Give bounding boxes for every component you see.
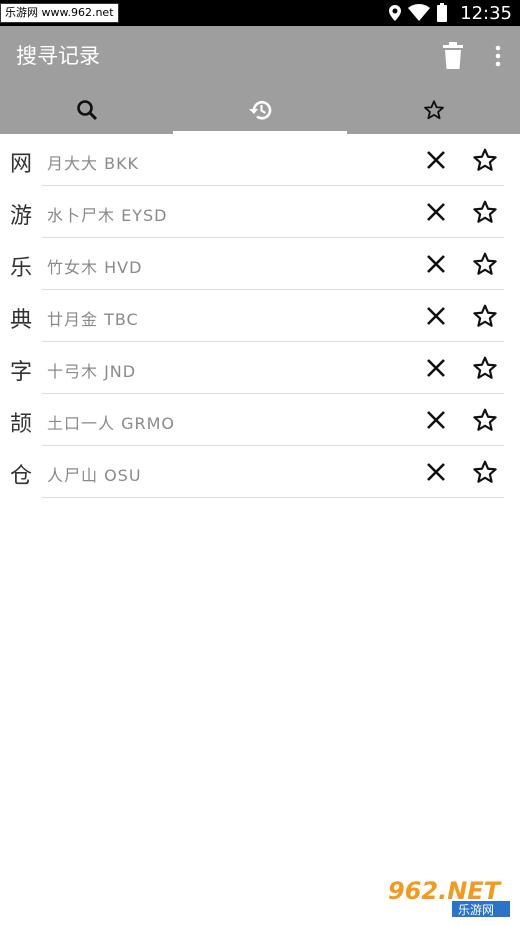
star-outline-icon[interactable]	[472, 407, 498, 433]
history-char: 乐	[10, 256, 33, 281]
list-item[interactable]: 游 水卜尸木 EYSD	[0, 186, 520, 238]
star-outline-icon[interactable]	[472, 199, 498, 225]
battery-icon	[437, 3, 448, 22]
divider	[42, 497, 504, 498]
list-item[interactable]: 典 廿月金 TBC	[0, 290, 520, 342]
star-outline-icon	[423, 100, 444, 120]
history-code: 人尸山 OSU	[47, 466, 142, 485]
star-outline-icon[interactable]	[472, 303, 498, 329]
status-time: 12:35	[460, 2, 512, 24]
history-char: 网	[10, 152, 33, 177]
close-icon[interactable]	[424, 148, 448, 172]
close-icon[interactable]	[424, 356, 448, 380]
star-outline-icon[interactable]	[472, 251, 498, 277]
history-list: 网 月大大 BKK 游 水卜尸木 EYSD 乐 竹女木 HVD 典 廿月金 TB…	[0, 134, 520, 498]
list-item[interactable]: 乐 竹女木 HVD	[0, 238, 520, 290]
history-char: 字	[10, 360, 33, 385]
watermark-sub-text: 乐游网	[458, 903, 494, 917]
watermark-logo: 962.NET 乐游网	[382, 873, 514, 919]
tab-history[interactable]	[173, 86, 347, 134]
tab-search[interactable]	[0, 86, 173, 134]
list-item[interactable]: 网 月大大 BKK	[0, 134, 520, 186]
history-code: 廿月金 TBC	[47, 310, 139, 329]
status-icons: 12:35	[388, 0, 512, 26]
status-bar: 乐游网 www.962.net 12:35	[0, 0, 520, 26]
history-char: 颉	[10, 412, 33, 437]
star-outline-icon[interactable]	[472, 147, 498, 173]
more-vert-icon[interactable]	[488, 44, 508, 68]
close-icon[interactable]	[424, 304, 448, 328]
tab-bar	[0, 86, 520, 134]
history-char: 游	[10, 204, 33, 229]
history-code: 水卜尸木 EYSD	[47, 206, 168, 225]
history-char: 仓	[10, 464, 33, 489]
history-code: 月大大 BKK	[47, 154, 140, 173]
history-char: 典	[10, 308, 33, 333]
star-outline-icon[interactable]	[472, 459, 498, 485]
watermark-top: 乐游网 www.962.net	[0, 3, 119, 23]
list-item[interactable]: 颉 土口一人 GRMO	[0, 394, 520, 446]
wifi-icon	[408, 4, 431, 21]
list-item[interactable]: 字 十弓木 JND	[0, 342, 520, 394]
history-code: 十弓木 JND	[47, 362, 137, 381]
app-bar: 搜寻记录	[0, 26, 520, 86]
page-title: 搜寻记录	[16, 44, 100, 68]
location-icon	[389, 5, 402, 21]
star-outline-icon[interactable]	[472, 355, 498, 381]
close-icon[interactable]	[424, 408, 448, 432]
trash-icon[interactable]	[440, 42, 466, 70]
history-code: 竹女木 HVD	[47, 258, 143, 277]
close-icon[interactable]	[424, 200, 448, 224]
tab-favorites[interactable]	[347, 86, 520, 134]
close-icon[interactable]	[424, 460, 448, 484]
watermark-logo-text: 962.NET	[388, 877, 502, 905]
close-icon[interactable]	[424, 252, 448, 276]
history-icon	[249, 101, 272, 120]
history-code: 土口一人 GRMO	[47, 414, 176, 433]
search-icon	[76, 100, 97, 121]
list-item[interactable]: 仓 人尸山 OSU	[0, 446, 520, 498]
